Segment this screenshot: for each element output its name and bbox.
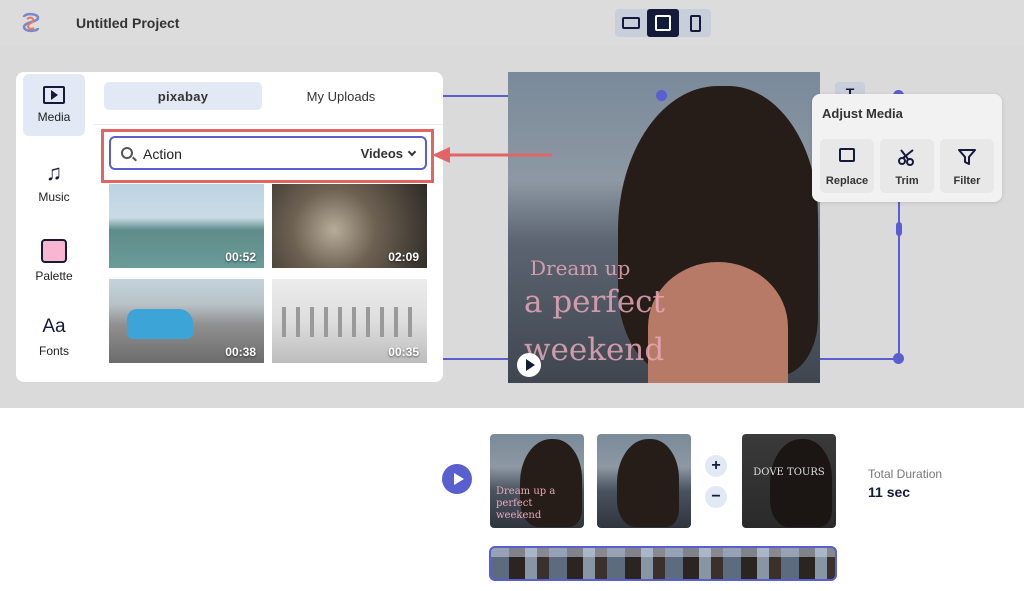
video-duration: 00:38 bbox=[225, 345, 256, 359]
search-input[interactable] bbox=[143, 144, 343, 164]
adjust-media-title: Adjust Media bbox=[822, 106, 903, 121]
trim-label: Trim bbox=[895, 175, 919, 187]
timeline-clip[interactable]: Dream up a perfect weekend bbox=[490, 434, 584, 528]
caption-line-1[interactable]: Dream up bbox=[530, 256, 630, 280]
sidebar-item-label: Media bbox=[37, 110, 71, 124]
square-icon bbox=[655, 15, 671, 31]
car-image bbox=[127, 309, 193, 339]
replace-label: Replace bbox=[825, 175, 869, 187]
timeline-play-button[interactable] bbox=[442, 464, 472, 494]
tab-pixabay[interactable]: pixabay bbox=[104, 82, 262, 110]
clip-caption: DOVE TOURS bbox=[753, 467, 825, 478]
tab-my-uploads[interactable]: My Uploads bbox=[262, 82, 420, 110]
portrait-view-button[interactable] bbox=[679, 9, 711, 37]
total-duration-label: Total Duration bbox=[868, 467, 943, 481]
add-clip-button[interactable]: + bbox=[705, 455, 727, 477]
clip-subject bbox=[617, 439, 679, 527]
media-source-tabs: pixabay My Uploads bbox=[104, 82, 434, 112]
replace-image-icon bbox=[839, 148, 855, 162]
top-bar: Untitled Project bbox=[0, 0, 1024, 46]
clip-caption: Dream up a perfect weekend bbox=[496, 486, 556, 521]
clip-subject bbox=[770, 439, 832, 527]
search-box[interactable]: Videos bbox=[109, 136, 427, 170]
filter-label: Filter bbox=[953, 175, 981, 187]
video-thumbnail[interactable]: 02:09 bbox=[272, 184, 427, 268]
media-type-label: Videos bbox=[360, 146, 403, 161]
adjust-media-panel: Adjust Media Replace Trim Filter bbox=[812, 94, 1002, 202]
landscape-icon bbox=[622, 17, 640, 29]
trim-button[interactable]: Trim bbox=[880, 139, 934, 193]
caption-line-3[interactable]: weekend bbox=[524, 332, 664, 368]
fonts-icon: Aa bbox=[42, 316, 66, 337]
app-logo-icon[interactable] bbox=[20, 12, 42, 34]
resize-handle-bottom-right[interactable] bbox=[893, 353, 904, 364]
square-view-button[interactable] bbox=[647, 9, 679, 37]
resize-handle-right-mid[interactable] bbox=[896, 222, 902, 236]
total-duration-value: 11 sec bbox=[868, 484, 911, 500]
annotation-arrow-icon bbox=[432, 147, 552, 163]
filmstrip-frames bbox=[491, 548, 835, 557]
filter-icon bbox=[958, 149, 976, 165]
media-icon bbox=[43, 86, 65, 104]
sidebar-item-music[interactable]: ♫ Music bbox=[23, 152, 85, 214]
video-preview[interactable]: Dream up a perfect weekend bbox=[508, 72, 820, 383]
search-icon bbox=[121, 147, 133, 159]
divider bbox=[94, 124, 443, 125]
preview-subject-shoulder bbox=[648, 262, 788, 383]
landscape-view-button[interactable] bbox=[615, 9, 647, 37]
filter-button[interactable]: Filter bbox=[940, 139, 994, 193]
video-thumbnail[interactable]: 00:38 bbox=[109, 279, 264, 363]
caption-line-2[interactable]: a perfect bbox=[524, 284, 665, 320]
sidebar-item-palette[interactable]: Palette bbox=[23, 230, 85, 292]
filmstrip-scrubber[interactable] bbox=[489, 546, 837, 581]
chevron-down-icon bbox=[407, 147, 417, 157]
preview-play-button[interactable] bbox=[517, 353, 541, 377]
portrait-icon bbox=[689, 14, 701, 32]
skater-scene-image bbox=[282, 307, 417, 337]
video-duration: 00:35 bbox=[388, 345, 419, 359]
scissors-icon bbox=[898, 149, 914, 166]
tool-sidebar: Media ♫ Music Palette Aa Fonts bbox=[16, 72, 94, 382]
sidebar-item-label: Music bbox=[38, 190, 70, 204]
video-thumbnail[interactable]: 00:35 bbox=[272, 279, 427, 363]
aspect-ratio-toggle bbox=[615, 9, 711, 37]
sidebar-item-fonts[interactable]: Aa Fonts bbox=[23, 306, 85, 368]
replace-button[interactable]: Replace bbox=[820, 139, 874, 193]
media-panel: pixabay My Uploads Videos 00:52 02:09 00… bbox=[94, 72, 443, 382]
project-title[interactable]: Untitled Project bbox=[76, 15, 179, 31]
timeline-clip[interactable] bbox=[597, 434, 691, 528]
sidebar-item-media[interactable]: Media bbox=[23, 74, 85, 136]
resize-handle-top-mid[interactable] bbox=[656, 90, 667, 101]
remove-clip-button[interactable]: − bbox=[705, 486, 727, 508]
sidebar-item-label: Fonts bbox=[38, 344, 69, 358]
video-duration: 02:09 bbox=[388, 250, 419, 264]
video-duration: 00:52 bbox=[225, 250, 256, 264]
media-type-dropdown[interactable]: Videos bbox=[360, 146, 417, 161]
video-thumbnail[interactable]: 00:52 bbox=[109, 184, 264, 268]
music-note-icon: ♫ bbox=[45, 160, 63, 185]
palette-icon bbox=[41, 239, 67, 263]
sidebar-item-label: Palette bbox=[35, 269, 73, 283]
timeline-clip[interactable]: DOVE TOURS bbox=[742, 434, 836, 528]
